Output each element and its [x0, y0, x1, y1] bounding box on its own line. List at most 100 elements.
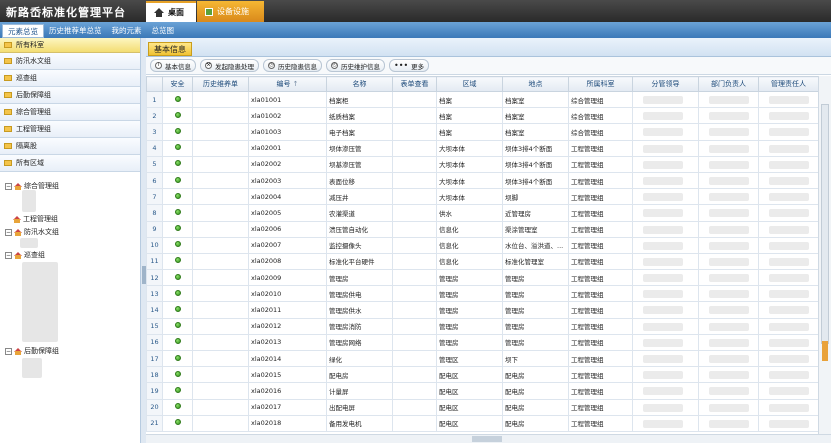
left-panel: 所有科室 防汛水文组 巡查组 后勤保障组 综合管理组 工程管理组 隔离股 所有区…: [0, 38, 143, 443]
section-header: 基本信息: [146, 38, 831, 57]
tree-node-patrol[interactable]: − 巡查组: [5, 250, 45, 260]
table-row[interactable]: 1 xla01001 档案柜 档案 档案室 综合管理组: [146, 90, 818, 109]
table-row[interactable]: 10 xla02007 监控摄像头 信息化 水位台、溢洪道、... 工程管理组: [146, 236, 818, 254]
column-header[interactable]: 部门负责人: [698, 76, 759, 92]
head-cell: [698, 188, 759, 206]
tab-desktop-label: 桌面: [168, 8, 184, 17]
table-row[interactable]: 12 xla02009 管理房 管理房 管理房 工程管理组: [146, 269, 818, 287]
tree-node-engineering[interactable]: 工程管理组: [13, 214, 58, 224]
name-cell: 档案柜: [326, 90, 393, 109]
maintenance-history-button[interactable]: ◴ 历史维护信息: [326, 59, 385, 72]
left-item-flood[interactable]: 防汛水文组: [0, 53, 142, 70]
history-icon: ◴: [331, 62, 338, 69]
collapse-icon[interactable]: −: [5, 347, 12, 355]
table-row[interactable]: 2 xla01002 纸质档案 档案 档案室 综合管理组: [146, 107, 818, 125]
column-header[interactable]: 分管领导: [632, 76, 699, 92]
table-row[interactable]: 3 xla01003 电子档案 档案 档案室 综合管理组: [146, 123, 818, 141]
scroll-thumb[interactable]: [472, 436, 502, 442]
more-button[interactable]: ••• 更多: [389, 59, 430, 72]
table-row[interactable]: 13 xla02010 管理房供电 管理房 管理房 工程管理组: [146, 285, 818, 303]
table-row[interactable]: 15 xla02012 管理房消防 管理房 管理房 工程管理组: [146, 317, 818, 335]
column-header[interactable]: 所属科室: [568, 76, 633, 92]
status-ok-icon: [174, 306, 181, 313]
left-item-logistics[interactable]: 后勤保障组: [0, 87, 142, 104]
code-cell: xla01001: [248, 90, 327, 109]
status-ok-icon: [174, 419, 181, 426]
column-header[interactable]: [146, 76, 163, 92]
nav-tab-map[interactable]: 总览图: [147, 23, 180, 37]
table-row[interactable]: 17 xla02014 绿化 管理区 坝下 工程管理组: [146, 349, 818, 368]
table-row[interactable]: 16 xla02013 管理房网络 管理房 管理房 工程管理组: [146, 333, 818, 352]
dept-cell: 工程管理组: [568, 139, 633, 157]
table-row[interactable]: 21 xla02018 备用发电机 配电区 配电房 工程管理组: [146, 414, 818, 432]
tab-equipment[interactable]: 设备设施: [197, 1, 264, 22]
scroll-marker: [822, 341, 828, 361]
nav-tab-my-elements[interactable]: 我的元素: [107, 23, 147, 37]
column-header[interactable]: 安全: [162, 76, 193, 92]
history-cell: [192, 188, 249, 206]
head-cell: [698, 155, 759, 173]
collapse-icon[interactable]: −: [5, 251, 12, 259]
history-cell: [192, 398, 249, 416]
column-header[interactable]: 名称: [326, 76, 393, 92]
collapse-icon[interactable]: −: [5, 228, 12, 236]
left-item-general[interactable]: 综合管理组: [0, 104, 142, 121]
hazard-history-button[interactable]: ◷ 历史隐患信息: [263, 59, 322, 72]
place-cell: 标准化管理室: [502, 252, 569, 271]
head-cell: [698, 382, 759, 400]
table-row[interactable]: 7 xla02004 减压井 大坝本体 坝脚 工程管理组: [146, 188, 818, 206]
left-item-all-depts[interactable]: 所有科室: [0, 38, 142, 53]
collapse-icon[interactable]: −: [5, 182, 12, 190]
horizontal-scrollbar[interactable]: [146, 434, 831, 443]
vertical-scrollbar[interactable]: [818, 76, 831, 434]
redacted-block: [769, 193, 809, 202]
left-item-isolation[interactable]: 隔离股: [0, 138, 142, 155]
table-row[interactable]: 14 xla02011 管理房供水 管理房 管理房 工程管理组: [146, 301, 818, 319]
basic-info-button[interactable]: i 基本信息: [150, 59, 196, 72]
redacted-block: [769, 306, 809, 315]
table-row[interactable]: 19 xla02016 计量屏 配电区 配电房 工程管理组: [146, 382, 818, 400]
safety-status: [162, 171, 193, 190]
leader-cell: [632, 269, 699, 287]
table-row[interactable]: 20 xla02017 出配电屏 配电区 配电房 工程管理组: [146, 398, 818, 416]
tree-node-logistics[interactable]: − 后勤保障组: [5, 346, 59, 356]
scroll-thumb[interactable]: [821, 104, 829, 344]
area-cell: 配电区: [436, 398, 503, 416]
name-cell: 计量屏: [326, 382, 393, 400]
code-cell: xla02012: [248, 317, 327, 335]
code-cell: xla02007: [248, 236, 327, 254]
column-header[interactable]: 历史维养单: [192, 76, 249, 92]
left-item-all-areas[interactable]: 所有区域: [0, 155, 142, 172]
section-title[interactable]: 基本信息: [148, 42, 192, 56]
tab-desktop[interactable]: 桌面: [146, 1, 196, 22]
code-cell: xla01003: [248, 123, 327, 141]
data-grid: 安全 历史维养单 编号 ↑ 名称 表单查看 区域 地点 所属科室 分管领导 部门负责人 管理责任人 …: [146, 76, 818, 434]
column-header[interactable]: 地点: [502, 76, 569, 92]
table-row[interactable]: 4 xla02001 坝体渗压管 大坝本体 坝体3排4个断面 工程管理组: [146, 139, 818, 157]
status-ok-icon: [174, 289, 181, 296]
column-header[interactable]: 编号 ↑: [248, 76, 327, 92]
table-row[interactable]: 6 xla02003 表面位移 大坝本体 坝体3排4个断面 工程管理组: [146, 171, 818, 190]
main-panel: 基本信息 i 基本信息 ⚒ 发起隐患处理 ◷ 历史隐患信息 ◴ 历史维护信息 ••• 更多…: [146, 38, 831, 443]
nav-tab-history[interactable]: 历史推荐单总览: [44, 23, 107, 37]
manager-cell: [758, 285, 818, 303]
column-header[interactable]: 区域: [436, 76, 503, 92]
nav-tab-overview[interactable]: 元素总览: [2, 24, 44, 38]
table-row[interactable]: 18 xla02015 配电房 配电区 配电房 工程管理组: [146, 366, 818, 384]
column-header[interactable]: 管理责任人: [758, 76, 818, 92]
redacted-block: [643, 403, 683, 412]
leader-cell: [632, 333, 699, 352]
left-item-engineering[interactable]: 工程管理组: [0, 121, 142, 138]
table-row[interactable]: 5 xla02002 坝基渗压管 大坝本体 坝体3排4个断面 工程管理组: [146, 155, 818, 173]
left-item-patrol[interactable]: 巡查组: [0, 70, 142, 87]
tree-node-flood[interactable]: − 防汛水文组: [5, 227, 59, 237]
table-row[interactable]: 8 xla02005 农灌渠道 供水 近管理房 工程管理组: [146, 204, 818, 222]
column-header[interactable]: 表单查看: [392, 76, 437, 92]
dept-cell: 工程管理组: [568, 236, 633, 254]
row-number: 4: [146, 139, 163, 157]
table-row[interactable]: 11 xla02008 标准化平台硬件 信息化 标准化管理室 工程管理组: [146, 252, 818, 271]
status-ok-icon: [174, 257, 181, 264]
table-row[interactable]: 9 xla02006 溃压管自动化 信息化 渠涂管理室 工程管理组: [146, 220, 818, 238]
safety-status: [162, 349, 193, 368]
start-hazard-button[interactable]: ⚒ 发起隐患处理: [200, 59, 259, 72]
